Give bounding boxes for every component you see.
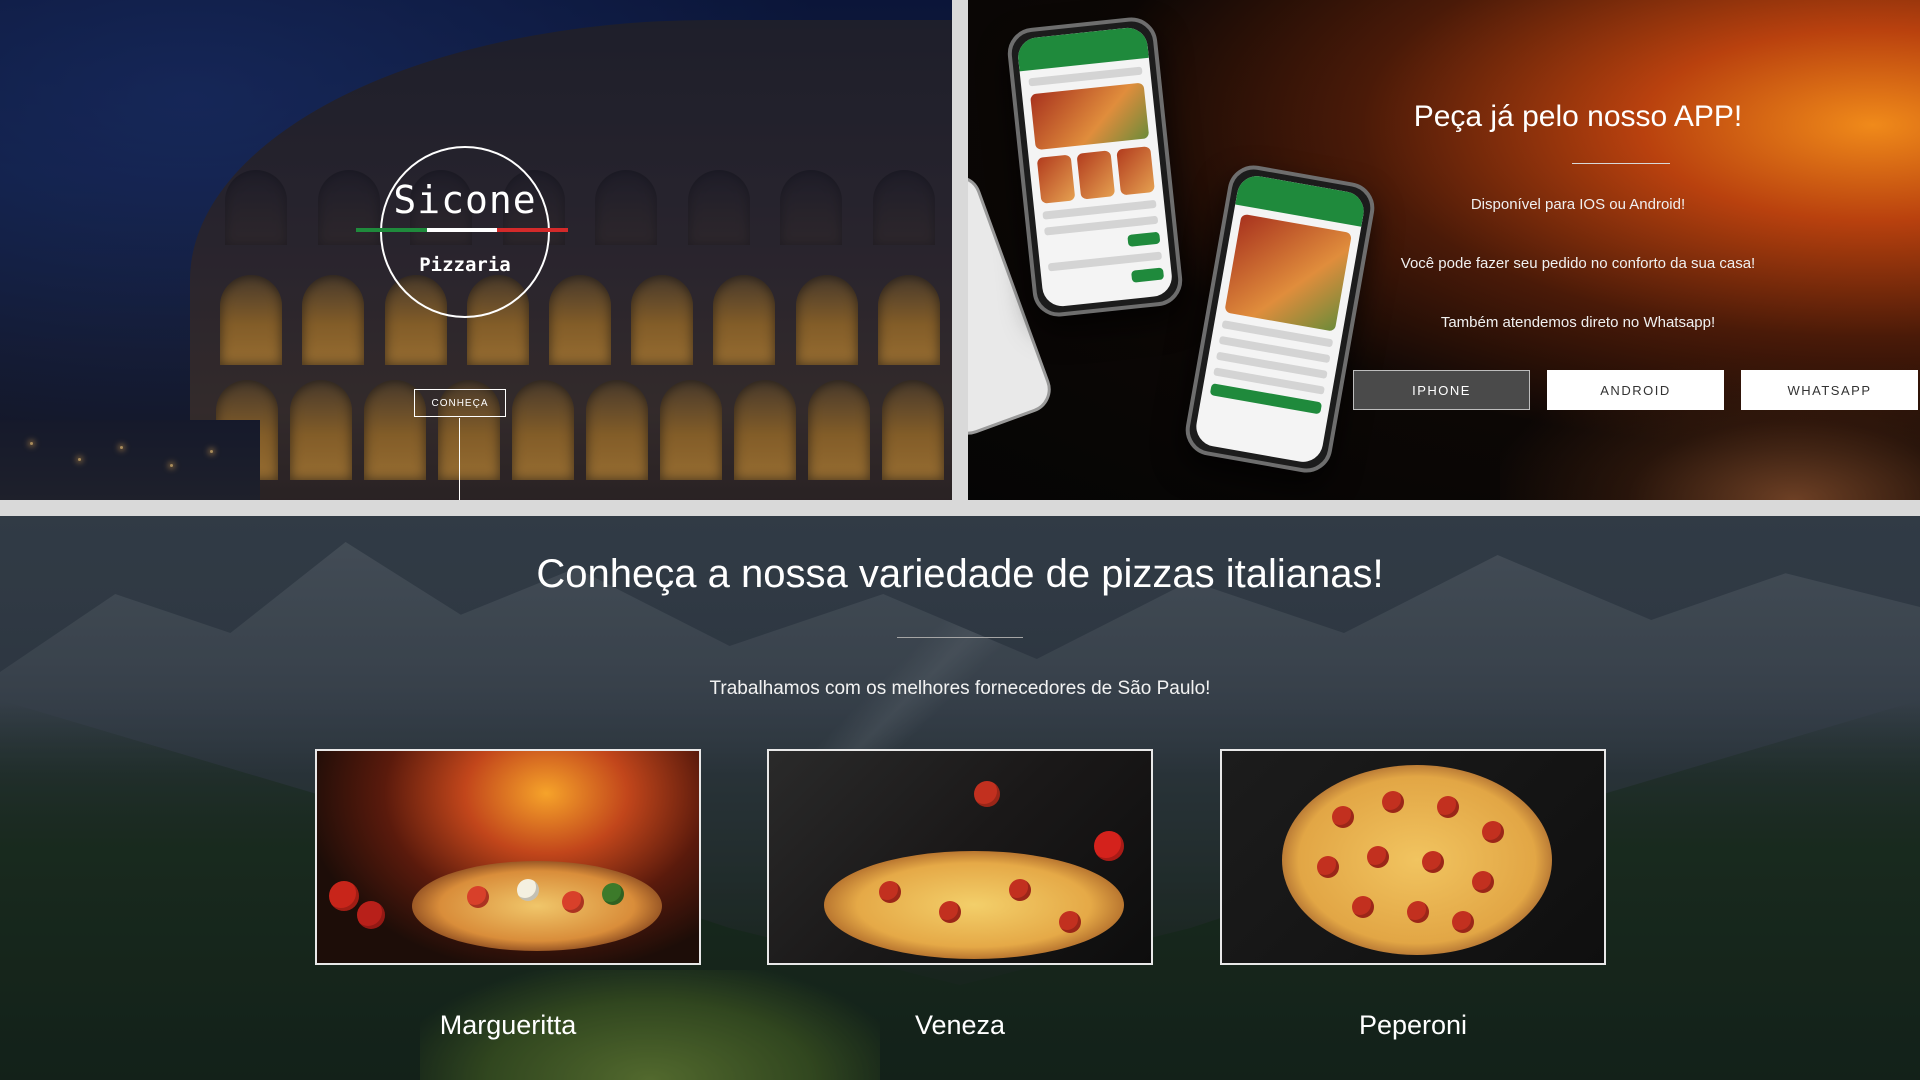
pizza-section-title: Conheça a nossa variedade de pizzas ital… [536, 552, 1384, 596]
scroll-indicator-line [459, 418, 460, 500]
android-button[interactable]: ANDROID [1547, 370, 1724, 410]
whatsapp-button[interactable]: WHATSAPP [1741, 370, 1918, 410]
app-title-divider [1572, 163, 1670, 164]
phone-mockup-homepage [1005, 14, 1185, 320]
brand-logo: Sicone Pizzaria [380, 146, 550, 318]
pizza-name-margueritta: Margueritta [439, 1010, 577, 1040]
pizza-card-margueritta[interactable] [315, 749, 701, 965]
logo-subtitle: Pizzaria [419, 254, 511, 276]
app-whatsapp-text: Também atendemos direto no Whatsapp! [1440, 314, 1716, 331]
pizza-card-veneza[interactable] [767, 749, 1153, 965]
iphone-button[interactable]: IPHONE [1353, 370, 1530, 410]
flag-white-band [426, 228, 498, 232]
logo-name: Sicone [393, 178, 537, 222]
flag-red-band [497, 228, 569, 232]
app-platform-text: Disponível para IOS ou Android! [1470, 196, 1686, 213]
hero-section: Sicone Pizzaria CONHEÇA [0, 0, 952, 500]
pizza-section-subtitle: Trabalhamos com os melhores fornecedores… [709, 678, 1211, 699]
pizza-image [412, 861, 662, 951]
conheca-button[interactable]: CONHEÇA [414, 389, 506, 417]
flag-green-band [356, 228, 427, 232]
app-comfort-text: Você pode fazer seu pedido no conforto d… [1400, 255, 1756, 272]
app-promo-section: Peça já pelo nosso APP! Disponível para … [968, 0, 1920, 500]
pizza-title-divider [897, 637, 1023, 638]
pizza-name-peperoni: Peperoni [1358, 1010, 1468, 1040]
pizza-image [824, 851, 1124, 959]
pizza-name-veneza: Veneza [914, 1010, 1006, 1040]
pizza-card-peperoni[interactable] [1220, 749, 1606, 965]
app-title: Peça já pelo nosso APP! [1413, 100, 1743, 133]
pizza-variety-section: Conheça a nossa variedade de pizzas ital… [0, 516, 1920, 1080]
italian-flag-stripe [356, 228, 569, 232]
